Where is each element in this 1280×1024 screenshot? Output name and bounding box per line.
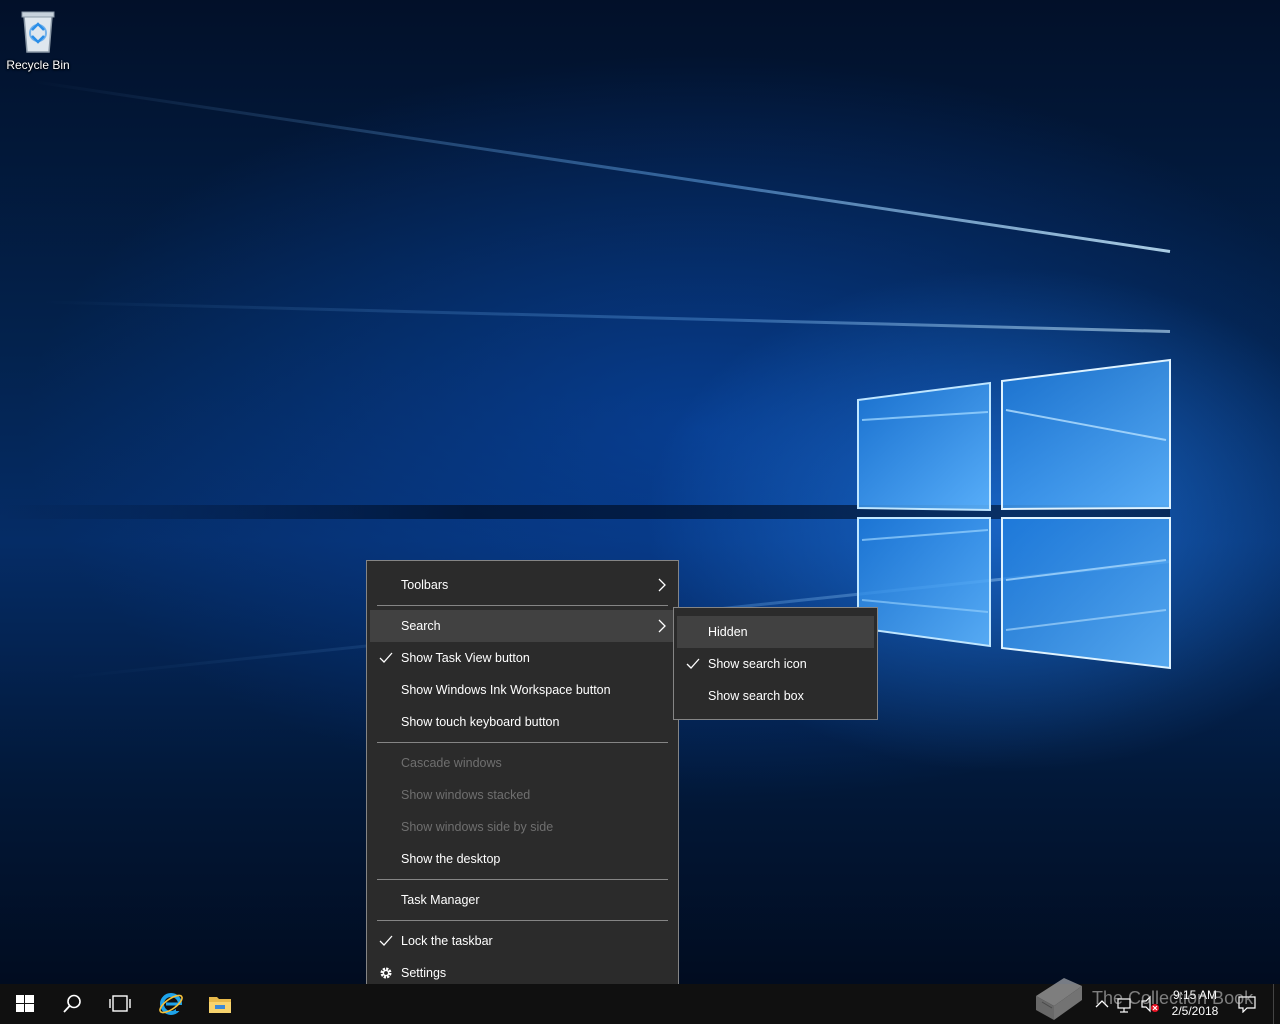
menu-item-label: Show search icon [708,657,807,671]
submenu-item-hidden[interactable]: Hidden [677,616,874,648]
menu-item-cascade-windows: Cascade windows [370,747,675,779]
menu-separator [377,605,668,606]
menu-item-show-the-desktop[interactable]: Show the desktop [370,843,675,875]
watermark: The Collection Book [1030,974,1280,1024]
taskbar-context-menu: Toolbars Search Show Task View button Sh… [366,560,679,998]
menu-separator [377,879,668,880]
search-submenu: Hidden Show search icon Show search box [673,607,878,720]
menu-item-label: Search [401,619,441,633]
watermark-text: The Collection Book [1092,988,1254,1008]
submenu-item-show-search-box[interactable]: Show search box [677,680,874,712]
menu-item-label: Task Manager [401,893,480,907]
task-view-icon [109,995,131,1012]
file-explorer-icon [209,997,231,1013]
menu-item-label: Cascade windows [401,756,502,770]
menu-item-lock-the-taskbar[interactable]: Lock the taskbar [370,925,675,957]
windows-start-icon [16,995,34,1012]
menu-item-search[interactable]: Search [370,610,675,642]
menu-item-label: Hidden [708,625,748,639]
menu-item-label: Show the desktop [401,852,501,866]
search-icon [63,994,81,1013]
menu-item-label: Lock the taskbar [401,934,493,948]
recycle-bin-icon [21,11,55,53]
task-view-button[interactable] [96,984,144,1024]
checkmark-icon [379,935,393,946]
menu-item-show-task-view-button[interactable]: Show Task View button [370,642,675,674]
start-button[interactable] [0,984,48,1024]
taskbar-search-button[interactable] [48,984,96,1024]
menu-item-show-windows-side-by-side: Show windows side by side [370,811,675,843]
menu-item-label: Settings [401,966,447,980]
checkmark-icon [379,652,393,663]
desktop-icon-recycle-bin[interactable]: Recycle Bin [4,6,72,76]
menu-item-label: Show windows stacked [401,788,531,802]
menu-separator [377,742,668,743]
menu-item-label: Show Windows Ink Workspace button [401,683,611,697]
menu-item-toolbars[interactable]: Toolbars [370,569,675,601]
menu-item-show-touch-keyboard-button[interactable]: Show touch keyboard button [370,706,675,738]
chevron-right-icon [658,578,666,592]
menu-item-show-windows-stacked: Show windows stacked [370,779,675,811]
taskbar-app-file-explorer[interactable] [196,984,244,1024]
taskbar-app-internet-explorer[interactable] [146,984,194,1024]
menu-item-label: Show search box [708,689,804,703]
menu-item-label: Show windows side by side [401,820,554,834]
menu-item-show-ink-workspace-button[interactable]: Show Windows Ink Workspace button [370,674,675,706]
menu-separator [377,920,668,921]
chevron-right-icon [658,619,666,633]
submenu-item-show-search-icon[interactable]: Show search icon [677,648,874,680]
book-icon [1036,978,1082,1020]
desktop-icon-label: Recycle Bin [6,58,70,72]
menu-item-label: Show touch keyboard button [401,715,560,729]
menu-item-label: Toolbars [401,578,449,592]
menu-item-label: Show Task View button [401,651,530,665]
internet-explorer-icon [159,993,183,1015]
menu-item-task-manager[interactable]: Task Manager [370,884,675,916]
checkmark-icon [686,658,700,669]
